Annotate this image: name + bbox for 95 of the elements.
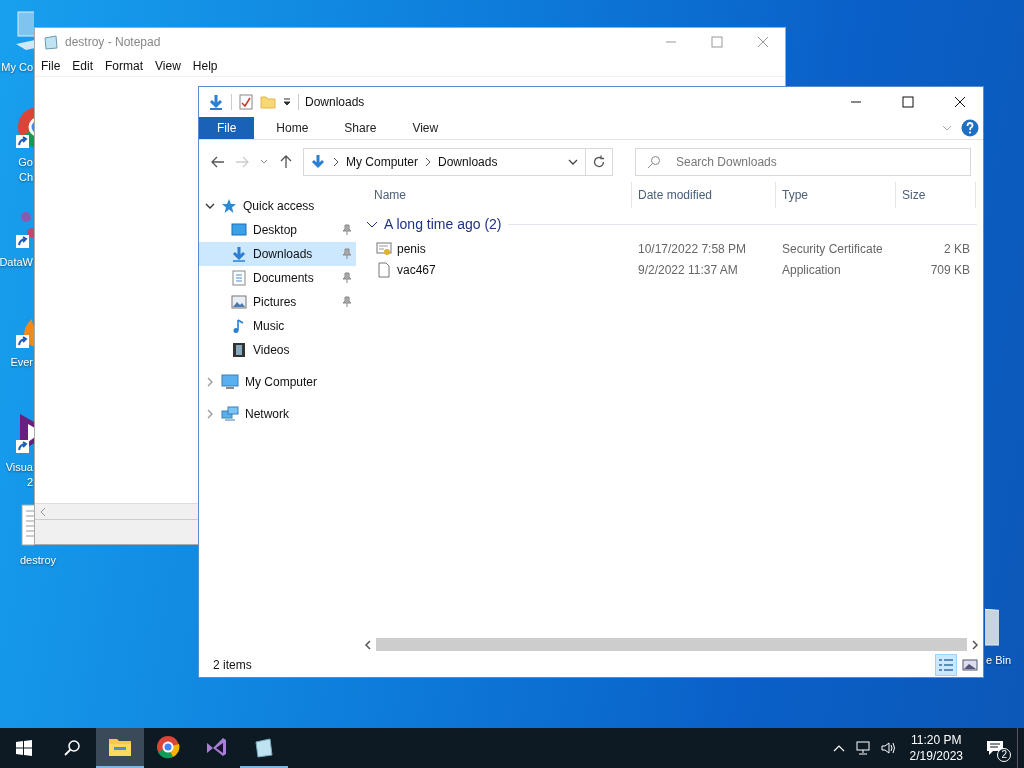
window-title: destroy - Notepad <box>65 35 161 49</box>
back-arrow-icon[interactable] <box>211 155 225 169</box>
ribbon-tab[interactable]: Home <box>262 117 323 139</box>
checklist-icon[interactable] <box>238 94 254 110</box>
table-cell-text: 10/17/2022 7:58 PM <box>637 241 748 256</box>
icon-label: Ch <box>18 170 33 185</box>
tree-item[interactable]: Quick access <box>199 194 356 218</box>
search-icon <box>647 155 661 169</box>
notification-badge: 2 <box>997 748 1011 762</box>
document-icon <box>231 270 247 286</box>
chevron-right-icon <box>424 157 433 167</box>
pin-icon[interactable] <box>342 296 352 308</box>
folder-icon[interactable] <box>108 737 132 757</box>
chevron-right-icon[interactable] <box>205 377 215 387</box>
tree-item[interactable]: Downloads <box>199 242 356 266</box>
file-explorer-button[interactable] <box>96 728 144 768</box>
star-icon <box>221 198 237 214</box>
pin-icon[interactable] <box>342 272 352 284</box>
icon-label: 2 <box>26 475 33 490</box>
menu-item[interactable]: Format <box>99 59 150 73</box>
table-cell-text: 9/2/2022 11:37 AM <box>637 262 739 277</box>
tree-item[interactable]: Pictures <box>199 290 356 314</box>
tree-item[interactable]: My Computer <box>199 370 356 394</box>
tree-item[interactable]: Videos <box>199 338 356 362</box>
menu-item[interactable]: File <box>35 59 67 73</box>
notepad-icon[interactable] <box>253 736 275 758</box>
chevron-right-icon[interactable] <box>205 409 215 419</box>
help-icon[interactable] <box>961 119 979 137</box>
pin-icon[interactable] <box>342 224 352 236</box>
clock-time[interactable]: 11:20 PM <box>911 732 962 748</box>
file-name[interactable]: penis <box>397 241 426 256</box>
menu-item[interactable]: View <box>149 59 187 73</box>
file-icon <box>376 261 392 278</box>
close-icon[interactable] <box>954 96 966 108</box>
visual-studio-icon[interactable] <box>204 735 228 759</box>
status-text: 2 items <box>213 658 252 672</box>
clock-date[interactable]: 2/19/2023 <box>909 748 963 764</box>
icon-label: DataW <box>0 255 33 270</box>
column-header[interactable]: Date modified <box>632 182 776 208</box>
group-header[interactable]: A long time ago (2) <box>366 216 983 232</box>
table-cell-text: 2 KB <box>943 241 971 256</box>
download-arrow-icon <box>231 246 247 262</box>
speaker-icon[interactable] <box>880 741 897 755</box>
address-bar[interactable]: My Computer Downloads <box>303 148 613 176</box>
message-icon[interactable] <box>986 740 1004 756</box>
file-name[interactable]: vac467 <box>397 262 436 277</box>
up-arrow-icon[interactable] <box>279 155 293 169</box>
column-header[interactable]: Name <box>360 182 632 208</box>
icon-label: Visua <box>5 460 33 475</box>
tree-item[interactable]: Documents <box>199 266 356 290</box>
image-icon <box>231 294 247 310</box>
table-cell-text: 709 KB <box>929 262 971 277</box>
ribbon-tab[interactable]: Share <box>330 117 391 139</box>
network-icon <box>221 406 239 422</box>
icon-label: Go <box>18 155 33 170</box>
icon-label: Ever <box>10 355 33 370</box>
computer-icon <box>221 374 239 390</box>
maximize-icon[interactable] <box>902 96 914 108</box>
image-icon <box>962 658 978 672</box>
notifications-button[interactable]: 2 <box>973 728 1017 768</box>
chevron-right-icon <box>332 157 340 167</box>
windows-logo-icon[interactable] <box>16 740 32 756</box>
column-header[interactable]: Type <box>776 182 896 208</box>
menu-item[interactable]: Help <box>186 59 224 73</box>
icon-label: destroy <box>19 553 57 568</box>
download-arrow-icon[interactable] <box>207 93 225 111</box>
tree-item[interactable]: Desktop <box>199 218 356 242</box>
window-title: Downloads <box>305 95 365 109</box>
dropdown-icon[interactable] <box>282 97 292 107</box>
table-cell-text: Application <box>781 262 842 277</box>
search-field[interactable]: Search Downloads <box>635 148 971 176</box>
breadcrumb-item[interactable]: Downloads <box>438 155 498 169</box>
tree-item[interactable]: Music <box>199 314 356 338</box>
ribbon-tab[interactable]: File <box>199 117 255 139</box>
breadcrumb-item[interactable]: My Computer <box>346 155 419 169</box>
chrome-icon[interactable] <box>156 735 180 759</box>
menu-item[interactable]: Edit <box>66 59 100 73</box>
chevron-down-icon[interactable] <box>205 201 215 211</box>
icon-label: My Co <box>1 60 33 75</box>
certificate-icon <box>376 240 392 257</box>
list-icon <box>938 658 954 672</box>
download-arrow-icon <box>310 154 326 170</box>
film-icon <box>231 342 247 358</box>
icon-label: e Bin <box>986 653 1012 668</box>
table-cell-text: Security Certificate <box>781 241 884 256</box>
refresh-icon[interactable] <box>592 155 606 169</box>
desktop-icon <box>231 222 247 238</box>
notepad-icon <box>43 34 59 50</box>
network-icon[interactable] <box>854 741 871 755</box>
chevron-up-icon[interactable] <box>832 743 845 753</box>
tree-item[interactable]: Network <box>199 402 356 426</box>
pin-icon[interactable] <box>342 248 352 260</box>
search-icon[interactable] <box>63 739 81 757</box>
column-header[interactable]: Size <box>896 182 976 208</box>
ribbon-tab[interactable]: View <box>398 117 453 139</box>
